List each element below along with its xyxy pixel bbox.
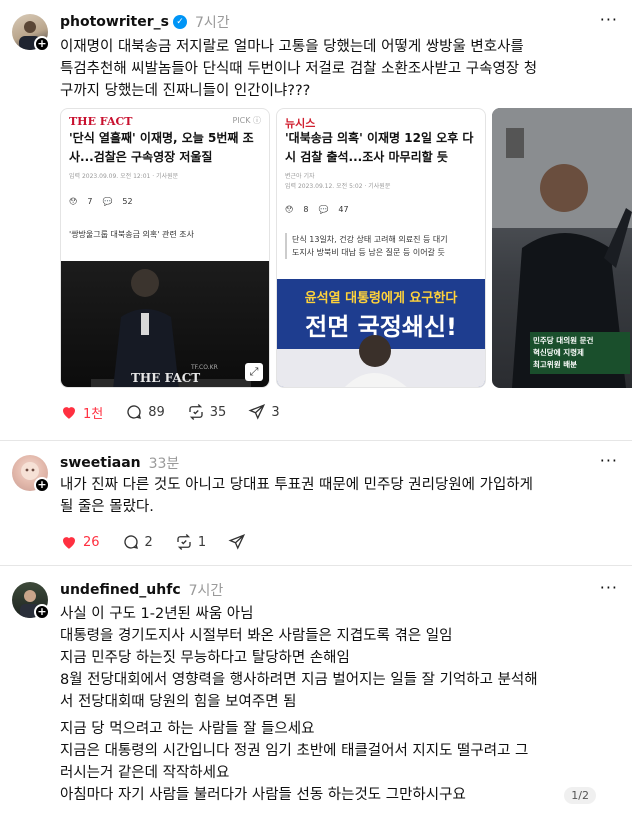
media-photo-3[interactable]: 민주당 대의원 문건 혁신당에 지령제 최고위원 배분 (492, 108, 632, 388)
reaction-emoji-icon: 😯 (69, 197, 78, 206)
news-reaction-row: 😯 8 💬 47 (285, 205, 477, 214)
timestamp: 7시간 (194, 15, 230, 31)
thread-pager[interactable]: 1/2 (564, 787, 596, 804)
protest-sign: 민주당 대의원 문건 혁신당에 지령제 최고위원 배분 (530, 332, 630, 374)
timestamp: 7시간 (188, 583, 224, 599)
share-count: 3 (271, 404, 280, 420)
repost-count: 35 (209, 404, 227, 420)
heart-filled-icon (63, 537, 75, 549)
post-actions: 1천 89 35 3 (60, 400, 302, 424)
comment-icon (127, 405, 142, 419)
follow-plus-icon[interactable]: + (34, 604, 50, 620)
username[interactable]: photowriter_s (60, 14, 169, 30)
like-count: 26 (83, 534, 100, 550)
expand-icon[interactable]: ⤢ (245, 363, 263, 381)
news-reporter: 변근아 기자 (285, 173, 315, 180)
post-text: 내가 진짜 다른 것도 아니고 당대표 투표권 때문에 민주당 권리당원에 가입… (60, 477, 533, 515)
post-header: sweetiaan 33분 (60, 453, 179, 473)
post-text: 이재명이 대북송금 저지랄로 얼마나 고통을 당했는데 어떻게 쌍방울 변호사를… (60, 39, 538, 99)
like-count: 1천 (83, 406, 104, 422)
media-card-news-1[interactable]: THE FACT PICK ⓘ '단식 열흘째' 이재명, 오늘 5번째 조사.… (60, 108, 270, 388)
post-3: + undefined_uhfc 7시간 ··· 사실 이 구도 1-2년된 싸… (0, 566, 632, 816)
post-header: photowriter_s ✓ 7시간 (60, 12, 230, 32)
news-watermark: THE FACT (131, 371, 201, 385)
news-subheading: 단식 13일차, 건강 상태 고려해 의료진 등 대기 도지사 방북비 대납 등… (285, 233, 477, 259)
like-button[interactable]: 26 (60, 533, 100, 551)
more-options-icon[interactable]: ··· (600, 578, 618, 597)
post-actions: 26 2 1 (60, 530, 273, 554)
reaction-count: 7 (87, 197, 93, 206)
repost-button[interactable]: 35 (187, 403, 227, 421)
news-photo: THE FACT TF.CO.KR ⤢ (61, 261, 269, 387)
share-button[interactable]: 3 (248, 403, 280, 421)
like-button[interactable]: 1천 (60, 403, 103, 422)
follow-plus-icon[interactable]: + (34, 477, 50, 493)
comment-bubble-icon: 💬 (318, 205, 329, 214)
repost-icon (177, 534, 191, 550)
news-reaction-row: 😯 7 💬 52 (69, 197, 261, 206)
post-text-continued: 지금 당 먹으려고 하는 사람들 잘 들으세요 지금은 대통령의 시간입니다 정… (60, 721, 529, 803)
comment-bubble-icon: 💬 (102, 197, 113, 206)
post-header: undefined_uhfc 7시간 (60, 580, 223, 600)
news-brand-logo: THE FACT (69, 115, 133, 128)
timestamp: 33분 (148, 456, 180, 472)
repost-icon (189, 404, 203, 420)
media-card-news-2[interactable]: 뉴시스 '대북송금 의혹' 이재명 12일 오후 다시 검찰 출석...조사 마… (276, 108, 486, 388)
verified-badge-icon: ✓ (172, 15, 187, 29)
repost-count: 1 (197, 534, 207, 550)
news-subheading: '쌍방울그룹 대북송금 의혹' 관련 조사 (69, 230, 194, 239)
news-headline: '단식 열흘째' 이재명, 오늘 5번째 조사...검찰은 구속영장 저울질 (69, 131, 254, 164)
comment-count: 2 (144, 534, 153, 550)
heart-filled-icon (63, 407, 75, 419)
comment-button[interactable]: 89 (125, 403, 165, 421)
news-meta: 입력 2023.09.12. 오전 5:02 · 기사원문 (285, 183, 391, 190)
pick-label: PICK ⓘ (232, 116, 261, 125)
post-2: + sweetiaan 33분 ··· 내가 진짜 다른 것도 아니고 당대표 … (0, 441, 632, 565)
send-icon (228, 534, 246, 550)
comment-count: 52 (122, 197, 133, 206)
reaction-emoji-icon: 😯 (285, 205, 294, 214)
more-options-icon[interactable]: ··· (600, 10, 618, 29)
post-text: 사실 이 구도 1-2년된 싸움 아님 대통령을 경기도지사 시절부터 봐온 사… (60, 606, 538, 710)
comment-icon (123, 535, 138, 549)
news-meta: 입력 2023.09.09. 오전 12:01 · 기사원문 (69, 173, 179, 180)
post-1: + photowriter_s ✓ 7시간 ··· 이재명이 대북송금 저지랄로… (0, 0, 632, 440)
comment-count: 89 (148, 404, 165, 420)
username[interactable]: undefined_uhfc (60, 582, 181, 598)
comment-button[interactable]: 2 (122, 533, 153, 551)
username[interactable]: sweetiaan (60, 455, 141, 471)
follow-plus-icon[interactable]: + (34, 36, 50, 52)
send-icon (248, 404, 266, 420)
reaction-count: 8 (303, 205, 309, 214)
share-button[interactable] (228, 533, 251, 551)
photo-credit: TF.CO.KR (191, 364, 218, 371)
news-headline: '대북송금 의혹' 이재명 12일 오후 다시 검찰 출석...조사 마무리할 … (285, 131, 474, 164)
news-photo: 윤석열 대통령에게 요구한다 전면 국정쇄신! (277, 279, 485, 387)
comment-count: 47 (338, 205, 349, 214)
more-options-icon[interactable]: ··· (600, 451, 618, 470)
repost-button[interactable]: 1 (175, 533, 206, 551)
